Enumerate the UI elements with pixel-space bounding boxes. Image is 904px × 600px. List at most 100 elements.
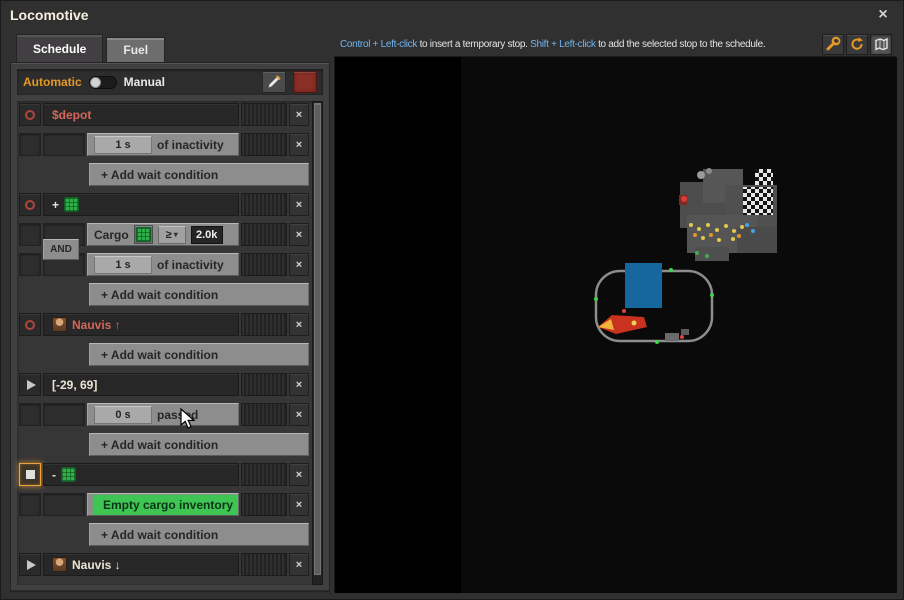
drag-handle[interactable] [241, 133, 287, 156]
station-row: $depot × [19, 103, 309, 126]
drag-handle[interactable] [241, 463, 287, 486]
station-group: Nauvis ↑ × + Add wait condition [19, 313, 309, 366]
play-icon [27, 380, 36, 390]
close-icon[interactable]: × [872, 4, 894, 26]
wait-condition-button[interactable]: 1 s of inactivity [87, 133, 239, 156]
station-name-button[interactable]: Nauvis ↑ [43, 313, 239, 336]
play-icon [27, 560, 36, 570]
record-icon [25, 110, 35, 120]
add-wait-condition-button[interactable]: + Add wait condition [89, 163, 309, 186]
map-view[interactable] [334, 56, 896, 592]
station-mode-button[interactable] [19, 193, 41, 216]
condition-row: 1 s of inactivity × [19, 133, 309, 156]
combinator-slot [43, 133, 85, 156]
delete-station-icon[interactable]: × [289, 553, 309, 576]
condition-text: of inactivity [157, 138, 224, 152]
drag-handle[interactable] [241, 313, 287, 336]
cargo-condition-button[interactable]: Cargo ≥ ▾ 2.0k [87, 223, 239, 246]
train-stop-area [625, 263, 662, 308]
titlebar[interactable]: Locomotive × [0, 0, 904, 30]
add-condition-row: + Add wait condition [19, 523, 309, 546]
delete-condition-icon[interactable]: × [289, 133, 309, 156]
scrollbar[interactable] [312, 101, 323, 585]
condition-time-input[interactable]: 0 s [94, 406, 152, 424]
station-mode-button[interactable] [19, 373, 41, 396]
drag-handle[interactable] [241, 403, 287, 426]
wait-condition-button[interactable]: Empty cargo inventory [87, 493, 239, 516]
tab-schedule[interactable]: Schedule [16, 34, 103, 62]
schedule-list-area: $depot × 1 s of inactivity [17, 101, 323, 585]
condition-text: of inactivity [157, 258, 224, 272]
wait-condition-button[interactable]: 1 s of inactivity [87, 253, 239, 276]
combinator-slot [43, 403, 85, 426]
record-icon [25, 320, 35, 330]
condition-highlighted[interactable]: Empty cargo inventory [94, 495, 239, 515]
station-name-button[interactable]: + [43, 193, 239, 216]
condition-slot [19, 133, 41, 156]
charted-chunk-region [461, 57, 897, 593]
delete-condition-icon[interactable]: × [289, 253, 309, 276]
edit-schedule-button[interactable] [262, 71, 286, 93]
delete-station-icon[interactable]: × [289, 463, 309, 486]
condition-text: passed [157, 408, 198, 422]
drag-handle[interactable] [241, 553, 287, 576]
mode-toggle[interactable] [89, 76, 117, 89]
station-row: Nauvis ↑ × [19, 313, 309, 336]
manual-label: Manual [124, 75, 165, 89]
station-name-button[interactable]: - [43, 463, 239, 486]
toggle-knob[interactable] [90, 77, 101, 88]
condition-label: Cargo [94, 228, 129, 242]
condition-time-input[interactable]: 1 s [94, 136, 152, 154]
station-name-button[interactable]: [-29, 69] [43, 373, 239, 396]
station-mode-button[interactable] [19, 463, 41, 486]
delete-station-icon[interactable]: × [289, 103, 309, 126]
map-toggle-button[interactable] [870, 34, 892, 55]
refresh-button[interactable] [846, 34, 868, 55]
add-wait-condition-button[interactable]: + Add wait condition [89, 343, 309, 366]
and-combinator-button[interactable]: AND [43, 239, 79, 260]
pencil-icon [267, 75, 281, 89]
station-mode-button[interactable] [19, 313, 41, 336]
wrench-button[interactable] [822, 34, 844, 55]
chevron-down-icon: ▾ [174, 230, 178, 239]
drag-handle[interactable] [241, 103, 287, 126]
drag-handle[interactable] [241, 373, 287, 396]
station-name-button[interactable]: $depot [43, 103, 239, 126]
delete-station-icon[interactable]: × [289, 193, 309, 216]
player-avatar-icon [52, 557, 67, 572]
drag-handle[interactable] [241, 493, 287, 516]
cargo-item-button[interactable] [134, 225, 153, 244]
drag-handle[interactable] [241, 223, 287, 246]
map-render [335, 57, 897, 593]
condition-slot [19, 493, 41, 516]
delete-condition-icon[interactable]: × [289, 493, 309, 516]
delete-station-icon[interactable]: × [289, 313, 309, 336]
drag-handle[interactable] [241, 253, 287, 276]
schedule-list: $depot × 1 s of inactivity [19, 103, 309, 576]
condition-amount-input[interactable]: 2.0k [191, 226, 223, 244]
station-name-button[interactable]: Nauvis ↓ [43, 553, 239, 576]
add-condition-row: + Add wait condition [19, 433, 309, 456]
delete-condition-icon[interactable]: × [289, 403, 309, 426]
condition-time-input[interactable]: 1 s [94, 256, 152, 274]
tab-fuel[interactable]: Fuel [106, 37, 165, 62]
comparator-dropdown[interactable]: ≥ ▾ [158, 226, 186, 244]
delete-condition-icon[interactable]: × [289, 223, 309, 246]
scrollbar-thumb[interactable] [314, 103, 321, 575]
wait-condition-button[interactable]: 0 s passed [87, 403, 239, 426]
add-wait-condition-button[interactable]: + Add wait condition [89, 523, 309, 546]
add-wait-condition-button[interactable]: + Add wait condition [89, 433, 309, 456]
add-wait-condition-button[interactable]: + Add wait condition [89, 283, 309, 306]
combinator-slot [43, 493, 85, 516]
station-row: Nauvis ↓ × [19, 553, 309, 576]
schedule-frame: Automatic Manual [10, 62, 330, 592]
tab-schedule-label: Schedule [33, 42, 86, 56]
station-mode-button[interactable] [19, 103, 41, 126]
hint-control-click: Control + Left-click [340, 39, 417, 50]
delete-station-icon[interactable]: × [289, 373, 309, 396]
drag-handle[interactable] [241, 193, 287, 216]
train-color-button[interactable] [293, 71, 317, 93]
condition-slot [19, 223, 41, 246]
add-condition-row: + Add wait condition [19, 163, 309, 186]
station-mode-button[interactable] [19, 553, 41, 576]
